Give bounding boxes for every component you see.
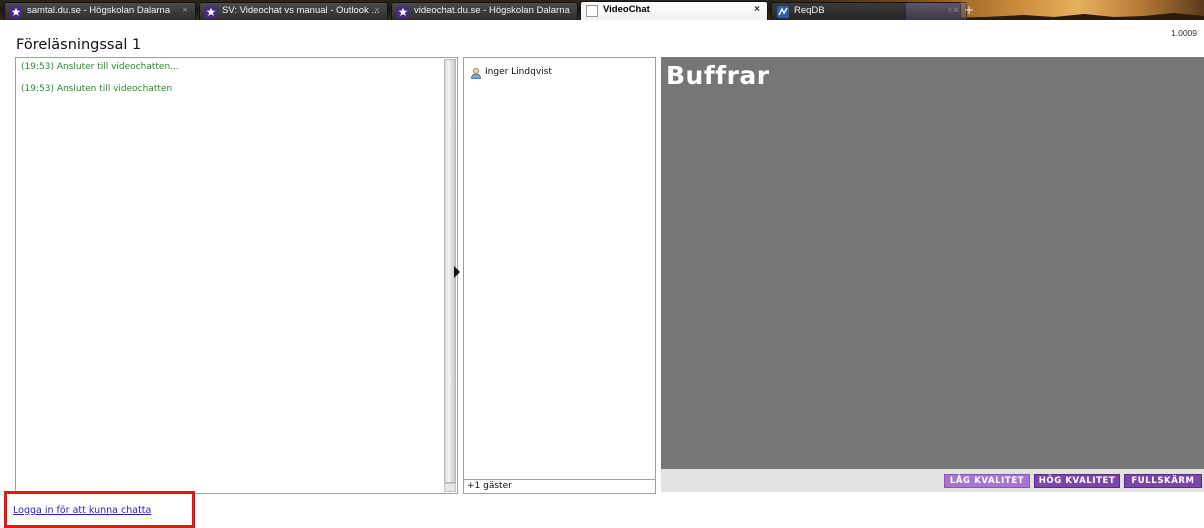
chat-message: (19:53) Ansluter till videochatten... <box>21 62 179 72</box>
page-title: Föreläsningssal 1 <box>16 37 142 53</box>
new-tab-button[interactable]: + <box>960 3 978 18</box>
collapse-arrow-icon[interactable] <box>454 266 460 278</box>
star-favicon-icon <box>397 6 409 18</box>
chat-log[interactable]: (19:53) Ansluter till videochatten... (1… <box>15 57 458 494</box>
chat-scrollbar-end[interactable] <box>444 483 456 492</box>
guest-count: +1 gäster <box>464 479 655 493</box>
browser-tab-3-title: videochat.du.se - Högskolan Dalarna <box>414 5 570 16</box>
user-icon <box>471 68 481 79</box>
page-icon <box>586 5 598 17</box>
user-list: Inger Lindqvist +1 gäster <box>463 57 656 494</box>
close-tab-3-icon[interactable]: × <box>561 3 573 19</box>
user-name: Inger Lindqvist <box>485 67 552 77</box>
chat-message: (19:53) Ansluten till videochatten <box>21 84 173 94</box>
star-favicon-icon <box>10 6 22 18</box>
browser-tab-3[interactable]: videochat.du.se - Högskolan Dalarna × <box>391 2 578 20</box>
browser-tab-2-title: SV: Videochat vs manual - Outlook ... <box>222 5 380 16</box>
version-label: 1.0009 <box>1171 28 1197 38</box>
high-quality-button[interactable]: HÖG KVALITET <box>1034 474 1120 488</box>
video-controls-bar: LÅG KVALITET HÖG KVALITET FULLSKÄRM <box>661 469 1204 492</box>
video-status: Buffrar <box>666 61 770 90</box>
browser-tab-6[interactable]: × <box>905 2 967 20</box>
star-favicon-icon <box>205 6 217 18</box>
login-link[interactable]: Logga in för att kunna chatta <box>13 505 151 516</box>
browser-tab-5-title: ReqDB <box>794 5 825 16</box>
close-tab-2-icon[interactable]: × <box>371 3 383 19</box>
video-player[interactable]: Buffrar <box>661 57 1204 469</box>
browser-tab-videochat[interactable]: VideoChat × <box>580 1 768 20</box>
low-quality-button[interactable]: LÅG KVALITET <box>944 474 1030 488</box>
close-tab-1-icon[interactable]: × <box>179 3 191 19</box>
fullscreen-button[interactable]: FULLSKÄRM <box>1124 474 1202 488</box>
browser-tab-4-title: VideoChat <box>603 4 650 15</box>
close-tab-4-icon[interactable]: × <box>751 2 763 18</box>
browser-tab-1[interactable]: samtal.du.se - Högskolan Dalarna × <box>4 2 196 20</box>
browser-tab-1-title: samtal.du.se - Högskolan Dalarna <box>27 5 171 16</box>
browser-tab-2[interactable]: SV: Videochat vs manual - Outlook ... × <box>199 2 388 20</box>
browser-tab-strip: samtal.du.se - Högskolan Dalarna × SV: V… <box>0 0 1204 20</box>
reqdb-favicon-icon <box>777 6 789 18</box>
